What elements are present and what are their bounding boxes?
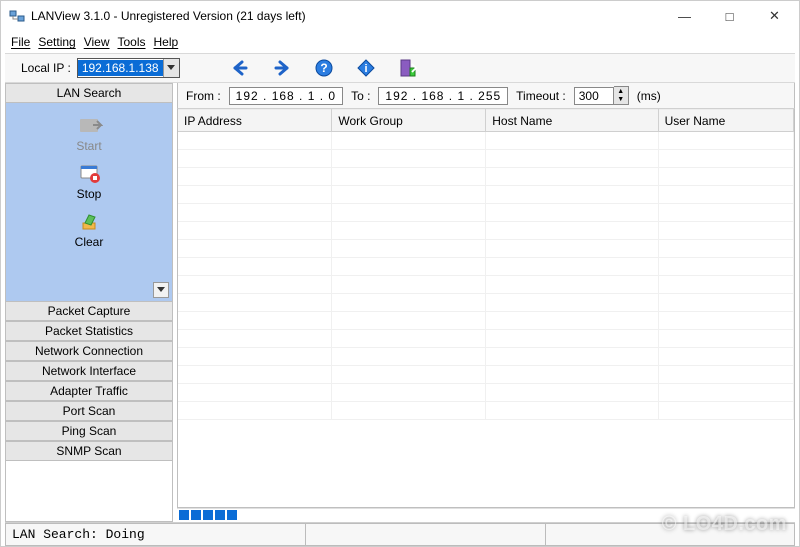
table-row xyxy=(178,132,794,150)
table-row xyxy=(178,294,794,312)
results-table: IP Address Work Group Host Name User Nam… xyxy=(178,109,794,420)
start-icon xyxy=(75,115,103,137)
spinner-down-icon[interactable]: ▼ xyxy=(614,96,628,105)
stop-icon xyxy=(75,163,103,185)
table-row xyxy=(178,186,794,204)
svg-text:?: ? xyxy=(320,61,327,75)
toolbar: Local IP : 192.168.1.138 ? i xyxy=(5,53,795,83)
svg-text:i: i xyxy=(364,63,367,75)
start-label: Start xyxy=(76,139,101,153)
progress-segment xyxy=(227,510,237,520)
spinner-up-icon[interactable]: ▲ xyxy=(614,87,628,96)
sidebar-header-lan-search[interactable]: LAN Search xyxy=(6,83,172,103)
menu-view[interactable]: View xyxy=(82,35,112,49)
table-row xyxy=(178,402,794,420)
dropdown-arrow-icon[interactable] xyxy=(163,59,179,77)
progress-segment xyxy=(179,510,189,520)
minimize-button[interactable]: ― xyxy=(662,2,707,30)
status-bar: LAN Search: Doing xyxy=(5,522,795,546)
content-area: From : 192 . 168 . 1 . 0 To : 192 . 168 … xyxy=(177,83,795,522)
table-row xyxy=(178,204,794,222)
local-ip-value: 192.168.1.138 xyxy=(78,60,163,76)
section-adapter-traffic[interactable]: Adapter Traffic xyxy=(6,381,172,401)
section-network-connection[interactable]: Network Connection xyxy=(6,341,172,361)
lan-action-panel: Start Stop Clear xyxy=(6,103,172,301)
title-bar: LANView 3.1.0 - Unregistered Version (21… xyxy=(1,1,799,31)
table-row xyxy=(178,150,794,168)
stop-label: Stop xyxy=(77,187,102,201)
back-button[interactable] xyxy=(228,56,252,80)
close-button[interactable]: ✕ xyxy=(752,2,797,30)
clear-label: Clear xyxy=(75,235,104,249)
local-ip-dropdown[interactable]: 192.168.1.138 xyxy=(77,58,180,78)
status-cell-3 xyxy=(545,523,795,546)
table-row xyxy=(178,384,794,402)
from-ip-input[interactable]: 192 . 168 . 1 . 0 xyxy=(229,87,343,105)
window-controls: ― □ ✕ xyxy=(662,2,797,30)
exit-button[interactable] xyxy=(396,56,420,80)
table-row xyxy=(178,330,794,348)
progress-bar xyxy=(177,508,795,522)
app-icon xyxy=(9,8,25,24)
progress-segment xyxy=(203,510,213,520)
results-table-wrap: IP Address Work Group Host Name User Nam… xyxy=(177,109,795,508)
section-snmp-scan[interactable]: SNMP Scan xyxy=(6,441,172,461)
menu-setting[interactable]: Setting xyxy=(36,35,77,49)
menu-bar: File Setting View Tools Help xyxy=(1,31,799,53)
menu-file[interactable]: File xyxy=(9,35,32,49)
table-row xyxy=(178,240,794,258)
timeout-spinner[interactable]: 300 ▲ ▼ xyxy=(574,86,629,105)
clear-button[interactable]: Clear xyxy=(75,207,104,253)
ip-range-bar: From : 192 . 168 . 1 . 0 To : 192 . 168 … xyxy=(177,83,795,109)
sidebar: LAN Search Start Stop Clear xyxy=(5,83,173,522)
col-work-group[interactable]: Work Group xyxy=(332,110,486,132)
forward-button[interactable] xyxy=(270,56,294,80)
help-button[interactable]: ? xyxy=(312,56,336,80)
col-host-name[interactable]: Host Name xyxy=(486,110,658,132)
start-button[interactable]: Start xyxy=(75,111,103,157)
section-packet-capture[interactable]: Packet Capture xyxy=(6,301,172,321)
progress-segment xyxy=(215,510,225,520)
section-packet-statistics[interactable]: Packet Statistics xyxy=(6,321,172,341)
table-row xyxy=(178,276,794,294)
timeout-value[interactable]: 300 xyxy=(574,87,614,105)
status-text: LAN Search: Doing xyxy=(5,523,305,546)
stop-button[interactable]: Stop xyxy=(75,159,103,205)
section-network-interface[interactable]: Network Interface xyxy=(6,361,172,381)
maximize-button[interactable]: □ xyxy=(707,2,752,30)
table-row xyxy=(178,258,794,276)
col-ip-address[interactable]: IP Address xyxy=(178,110,332,132)
timeout-unit: (ms) xyxy=(637,89,661,103)
timeout-label: Timeout : xyxy=(516,89,566,103)
info-button[interactable]: i xyxy=(354,56,378,80)
status-cell-2 xyxy=(305,523,545,546)
to-label: To : xyxy=(351,89,370,103)
window-title: LANView 3.1.0 - Unregistered Version (21… xyxy=(31,9,662,23)
table-row xyxy=(178,168,794,186)
clear-icon xyxy=(75,211,103,233)
section-ping-scan[interactable]: Ping Scan xyxy=(6,421,172,441)
section-port-scan[interactable]: Port Scan xyxy=(6,401,172,421)
table-body xyxy=(178,132,794,420)
table-row xyxy=(178,348,794,366)
from-label: From : xyxy=(186,89,221,103)
table-row xyxy=(178,312,794,330)
more-actions-button[interactable] xyxy=(153,282,169,298)
col-user-name[interactable]: User Name xyxy=(658,110,793,132)
menu-tools[interactable]: Tools xyxy=(116,35,148,49)
menu-help[interactable]: Help xyxy=(152,35,181,49)
local-ip-label: Local IP : xyxy=(21,61,71,75)
main-area: LAN Search Start Stop Clear xyxy=(5,83,795,522)
to-ip-input[interactable]: 192 . 168 . 1 . 255 xyxy=(378,87,508,105)
progress-segment xyxy=(191,510,201,520)
table-row xyxy=(178,222,794,240)
table-row xyxy=(178,366,794,384)
